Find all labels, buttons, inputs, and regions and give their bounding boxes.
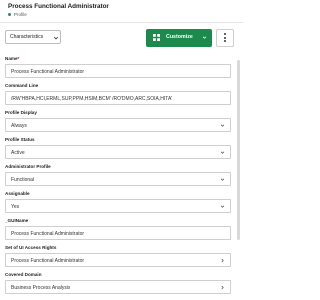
chevron-down-icon	[220, 124, 225, 127]
chevron-right-icon	[221, 258, 224, 263]
breadcrumb: Profile	[8, 12, 27, 17]
field-value: /RW'HBPA,HCI,ERML,SUP,PPM,HSIM,BCM' /RO'…	[11, 95, 173, 102]
gui-name-input[interactable]: Process Functional Administrator	[5, 226, 231, 240]
field-label: Name*	[5, 56, 20, 61]
field-value: Active	[11, 149, 25, 156]
breadcrumb-profile: Profile	[14, 12, 27, 17]
scrollbar[interactable]	[237, 60, 240, 240]
chevron-down-icon	[53, 36, 59, 39]
field-value: Functional	[11, 176, 35, 183]
layout-grid-icon	[153, 34, 160, 41]
field-label: _GUIName	[5, 218, 29, 223]
assignable-select[interactable]: Yes	[5, 199, 231, 213]
page-title: Process Functional Administrator	[8, 3, 109, 10]
characteristics-dropdown[interactable]: Characteristics	[5, 30, 61, 44]
chevron-down-icon	[202, 36, 207, 39]
field-label: Assignable	[5, 191, 30, 196]
covered-domain-link[interactable]: Business Process Analysis	[5, 280, 231, 294]
field-value: Business Process Analysis	[11, 284, 71, 291]
command-line-input[interactable]: /RW'HBPA,HCI,ERML,SUP,PPM,HSIM,BCM' /RO'…	[5, 91, 231, 105]
field-label: Command Line	[5, 83, 39, 88]
toolbar: Characteristics Customize	[0, 23, 243, 53]
field-value: Process Functional Administrator	[11, 68, 85, 75]
status-dot-icon	[8, 13, 11, 16]
field-label: Profile Display	[5, 110, 37, 115]
customize-button[interactable]: Customize	[146, 29, 212, 47]
administrator-profile-select[interactable]: Functional	[5, 172, 231, 186]
chevron-right-icon	[221, 285, 224, 290]
characteristics-label: Characteristics	[10, 34, 44, 40]
field-value: Process Functional Administrator	[11, 257, 85, 264]
profile-display-select[interactable]: Always	[5, 118, 231, 132]
chevron-down-icon	[220, 151, 225, 154]
name-input[interactable]: Process Functional Administrator	[5, 64, 231, 78]
page-header: Process Functional Administrator Profile	[0, 0, 243, 22]
chevron-down-icon	[220, 205, 225, 208]
profile-form: Name* Process Functional Administrator C…	[0, 53, 243, 300]
field-value: Yes	[11, 203, 20, 210]
more-options-button[interactable]	[216, 29, 234, 47]
profile-status-select[interactable]: Active	[5, 145, 231, 159]
ui-access-rights-link[interactable]: Process Functional Administrator	[5, 253, 231, 267]
more-vertical-icon	[224, 33, 226, 44]
field-value: Process Functional Administrator	[11, 230, 85, 237]
field-value: Always	[11, 122, 27, 129]
field-label: Profile Status	[5, 137, 35, 142]
chevron-down-icon	[220, 178, 225, 181]
customize-label: Customize	[166, 34, 193, 40]
field-label: Administrator Profile	[5, 164, 51, 169]
field-label: Set of UI Access Rights	[5, 245, 57, 250]
field-label: Covered Domain	[5, 272, 42, 277]
